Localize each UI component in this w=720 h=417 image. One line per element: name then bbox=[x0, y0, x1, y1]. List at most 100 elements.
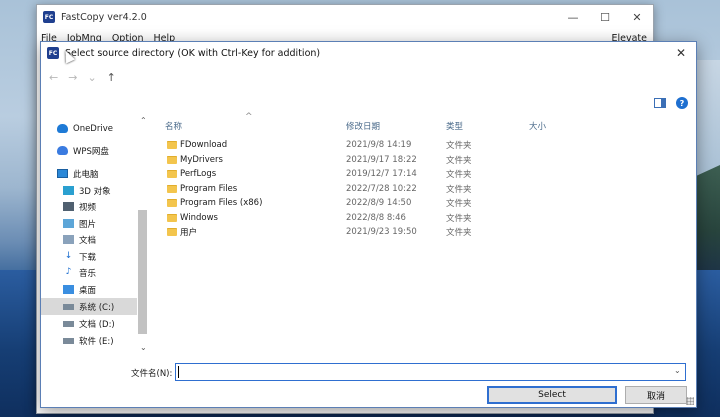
file-modified: 2022/8/8 8:46 bbox=[346, 212, 406, 223]
computer-icon bbox=[57, 169, 68, 178]
maximize-icon[interactable]: ☐ bbox=[589, 5, 621, 29]
3d-objects-icon bbox=[63, 186, 74, 195]
sidebar-item-onedrive[interactable]: OneDrive bbox=[41, 120, 137, 137]
dialog-close-icon[interactable]: ✕ bbox=[666, 42, 696, 64]
sidebar-item-label: 音乐 bbox=[79, 268, 97, 279]
sidebar-item-documents[interactable]: 文档 bbox=[41, 231, 137, 248]
file-row[interactable]: FDownload 2021/9/8 14:19 文件夹 bbox=[167, 138, 527, 153]
onedrive-icon bbox=[57, 124, 68, 133]
column-header-name[interactable]: 名称 bbox=[165, 120, 182, 134]
sidebar-item-label: 文档 bbox=[79, 235, 97, 246]
file-row[interactable]: Windows 2022/8/8 8:46 文件夹 bbox=[167, 211, 527, 226]
sidebar-item-label: OneDrive bbox=[73, 123, 113, 134]
sidebar-scroll-up-icon[interactable]: ⌃ bbox=[140, 116, 147, 125]
select-directory-dialog: FC Select source directory (OK with Ctrl… bbox=[40, 41, 697, 408]
file-row[interactable]: Program Files 2022/7/28 10:22 文件夹 bbox=[167, 182, 527, 197]
file-name: Program Files bbox=[180, 183, 238, 194]
folder-icon bbox=[167, 170, 177, 179]
close-icon[interactable]: ✕ bbox=[621, 5, 653, 29]
up-arrow-icon[interactable]: ↑ bbox=[107, 71, 116, 84]
navigation-bar: ← → ⌄ ↑ bbox=[41, 64, 696, 90]
navigation-pane[interactable]: ⌃ ⌄ OneDrive WPS网盘 此电脑 3D 对象 视频 图片 文档 ↓ … bbox=[41, 116, 151, 354]
cancel-button[interactable]: 取消 bbox=[625, 386, 687, 404]
file-type: 文件夹 bbox=[446, 228, 472, 239]
file-row[interactable]: 用户 2021/9/23 19:50 文件夹 bbox=[167, 225, 527, 240]
pictures-icon bbox=[63, 219, 74, 228]
folder-icon bbox=[167, 213, 177, 222]
music-icon: ♪ bbox=[65, 267, 72, 277]
sidebar-item-drive-d[interactable]: 文档 (D:) bbox=[41, 315, 137, 332]
sidebar-item-desktop[interactable]: 桌面 bbox=[41, 281, 137, 298]
sidebar-item-label: 3D 对象 bbox=[79, 186, 111, 197]
sidebar-item-label: 此电脑 bbox=[73, 169, 99, 180]
text-caret bbox=[178, 366, 179, 378]
forward-arrow-icon[interactable]: → bbox=[68, 71, 77, 84]
dialog-titlebar[interactable]: FC Select source directory (OK with Ctrl… bbox=[41, 42, 696, 64]
file-row[interactable]: MyDrivers 2021/9/17 18:22 文件夹 bbox=[167, 153, 527, 168]
desktop-icon bbox=[63, 285, 74, 294]
file-row[interactable]: PerfLogs 2019/12/7 17:14 文件夹 bbox=[167, 167, 527, 182]
sidebar-item-label: 软件 (E:) bbox=[79, 336, 114, 347]
file-name: Program Files (x86) bbox=[180, 198, 263, 209]
filename-label: 文件名(N): bbox=[131, 369, 173, 379]
file-name: FDownload bbox=[180, 140, 228, 151]
sidebar-item-label: 桌面 bbox=[79, 285, 97, 296]
column-header-type[interactable]: 类型 bbox=[446, 120, 463, 134]
sidebar-item-label: 图片 bbox=[79, 219, 97, 230]
minimize-icon[interactable]: — bbox=[557, 5, 589, 29]
sort-ascending-icon: ^ bbox=[245, 112, 253, 122]
file-type: 文件夹 bbox=[446, 155, 472, 166]
file-modified: 2021/9/17 18:22 bbox=[346, 154, 417, 165]
file-type: 文件夹 bbox=[446, 184, 472, 195]
sidebar-item-pictures[interactable]: 图片 bbox=[41, 215, 137, 232]
file-modified: 2022/7/28 10:22 bbox=[346, 183, 417, 194]
drive-icon bbox=[63, 303, 74, 310]
column-header-size[interactable]: 大小 bbox=[529, 120, 546, 134]
documents-icon bbox=[63, 235, 74, 244]
sidebar-scrollbar[interactable] bbox=[138, 210, 147, 334]
window-title: FastCopy ver4.2.0 bbox=[61, 11, 147, 23]
sidebar-item-label: 系统 (C:) bbox=[79, 302, 115, 313]
sidebar-item-music[interactable]: ♪ 音乐 bbox=[41, 264, 137, 281]
file-list[interactable]: ^ 名称 修改日期 类型 大小 FDownload 2021/9/8 14:19… bbox=[159, 112, 694, 354]
sidebar-item-videos[interactable]: 视频 bbox=[41, 198, 137, 215]
dialog-app-icon: FC bbox=[47, 47, 59, 59]
file-modified: 2021/9/23 19:50 bbox=[346, 227, 417, 238]
help-icon[interactable]: ? bbox=[676, 97, 688, 109]
sidebar-item-wps[interactable]: WPS网盘 bbox=[41, 142, 137, 159]
sidebar-item-drive-c[interactable]: 系统 (C:) bbox=[41, 298, 137, 315]
drive-icon bbox=[63, 320, 74, 327]
sidebar-item-label: WPS网盘 bbox=[73, 146, 109, 157]
file-row[interactable]: Program Files (x86) 2022/8/9 14:50 文件夹 bbox=[167, 196, 527, 211]
file-type: 文件夹 bbox=[446, 170, 472, 181]
file-modified: 2022/8/9 14:50 bbox=[346, 198, 412, 209]
sidebar-item-label: 下载 bbox=[79, 252, 97, 263]
filename-dropdown-chevron-icon[interactable]: ⌄ bbox=[674, 366, 681, 375]
folder-icon bbox=[167, 228, 177, 237]
resize-grip[interactable] bbox=[686, 397, 694, 405]
folder-icon bbox=[167, 155, 177, 164]
preview-pane-icon[interactable] bbox=[654, 98, 666, 108]
sidebar-item-drive-e[interactable]: 软件 (E:) bbox=[41, 332, 137, 349]
sidebar-item-this-pc[interactable]: 此电脑 bbox=[41, 165, 137, 182]
file-type: 文件夹 bbox=[446, 199, 472, 210]
file-name: 用户 bbox=[180, 228, 198, 239]
sidebar-item-3d-objects[interactable]: 3D 对象 bbox=[41, 182, 137, 199]
back-arrow-icon[interactable]: ← bbox=[49, 71, 58, 84]
drive-icon bbox=[63, 337, 74, 344]
recent-locations-chevron-icon[interactable]: ⌄ bbox=[87, 71, 96, 84]
video-icon bbox=[63, 202, 74, 211]
file-type: 文件夹 bbox=[446, 141, 472, 152]
filename-input[interactable] bbox=[175, 363, 686, 381]
dialog-title: Select source directory (OK with Ctrl-Ke… bbox=[65, 47, 321, 59]
cloud-icon bbox=[57, 146, 68, 155]
folder-icon bbox=[167, 199, 177, 208]
file-modified: 2019/12/7 17:14 bbox=[346, 169, 417, 180]
sidebar-item-downloads[interactable]: ↓ 下载 bbox=[41, 248, 137, 265]
file-name: PerfLogs bbox=[180, 169, 217, 180]
select-button[interactable]: Select bbox=[487, 386, 617, 404]
file-name: Windows bbox=[180, 212, 218, 223]
sidebar-scroll-down-icon[interactable]: ⌄ bbox=[140, 343, 147, 352]
column-header-modified[interactable]: 修改日期 bbox=[346, 120, 380, 134]
fastcopy-titlebar[interactable]: FC FastCopy ver4.2.0 — ☐ ✕ bbox=[37, 5, 653, 29]
